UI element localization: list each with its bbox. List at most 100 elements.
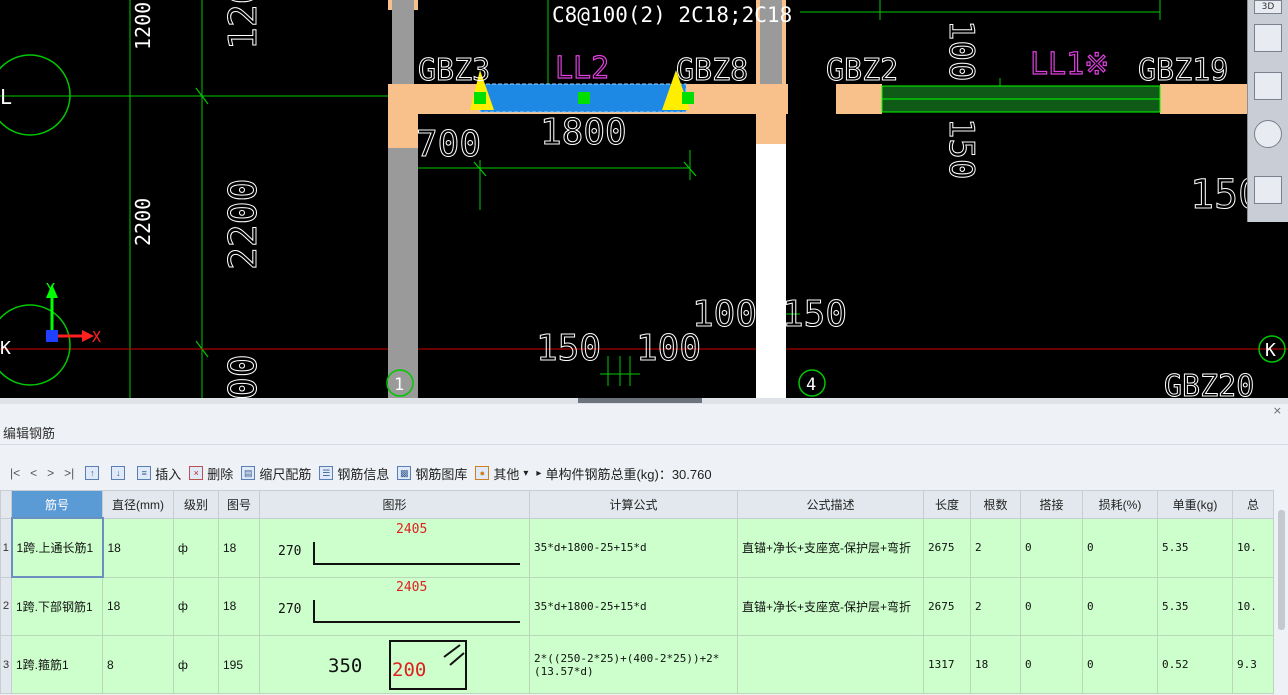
label-gbz2: GBZ2 — [826, 53, 898, 88]
cad-drawing[interactable]: 1200 1200 2200 2200 00 100 150 C8@100(2)… — [0, 0, 1288, 398]
cell-total[interactable]: 10. — [1232, 576, 1274, 636]
box-view-icon[interactable] — [1254, 72, 1282, 100]
header-diameter[interactable]: 直径(mm) — [102, 490, 174, 519]
rebar-table: 筋号 直径(mm) 级别 图号 图形 计算公式 公式描述 长度 根数 搭接 损耗… — [0, 490, 1274, 694]
cell-count[interactable]: 2 — [970, 576, 1021, 636]
cell-length[interactable]: 1317 — [923, 635, 971, 694]
cell-unit-weight[interactable]: 5.35 — [1157, 517, 1233, 578]
cell-loss[interactable]: 0 — [1082, 635, 1158, 694]
header-grade[interactable]: 级别 — [173, 490, 219, 519]
row-number[interactable]: 3 — [0, 635, 12, 694]
row-number[interactable]: 2 — [0, 576, 12, 636]
cell-unit-weight[interactable]: 5.35 — [1157, 576, 1233, 636]
dim-1200-large: 1200 — [221, 0, 265, 50]
axis-label-k-left: K — [0, 338, 11, 359]
cell-formula[interactable]: 35*d+1800-25+15*d — [529, 517, 738, 578]
header-unit-weight[interactable]: 单重(kg) — [1157, 490, 1233, 519]
table-row[interactable]: 2 1跨.下部钢筋1 18 ф 18 270 2405 35*d+1800-25… — [0, 576, 1274, 636]
label-gbz20: GBZ20 — [1164, 369, 1254, 398]
cad-viewport[interactable]: 1200 1200 2200 2200 00 100 150 C8@100(2)… — [0, 0, 1288, 398]
cell-lap[interactable]: 0 — [1020, 517, 1083, 578]
cell-total[interactable]: 10. — [1232, 517, 1274, 578]
rebar-library-label: 钢筋图库 — [415, 466, 468, 482]
header-total[interactable]: 总 — [1232, 490, 1274, 519]
beam-ll1[interactable] — [881, 85, 1161, 113]
header-formula-desc[interactable]: 公式描述 — [737, 490, 924, 519]
cell-formula-desc[interactable] — [737, 635, 924, 694]
cell-loss[interactable]: 0 — [1082, 576, 1158, 636]
cell-length[interactable]: 2675 — [923, 576, 971, 636]
insert-label: 插入 — [155, 466, 182, 482]
cell-formula-desc[interactable]: 直锚+净长+支座宽-保护层+弯折 — [737, 576, 924, 636]
splitter-grip[interactable] — [578, 398, 702, 403]
cell-grade[interactable]: ф — [173, 517, 219, 578]
stirrup-rectangle — [389, 639, 467, 690]
cell-bar-name[interactable]: 1跨.箍筋1 — [11, 635, 103, 694]
cell-shape[interactable]: 270 2405 — [259, 576, 530, 636]
header-figure-number[interactable]: 图号 — [218, 490, 260, 519]
dim-150-lower: 150 — [536, 328, 601, 369]
cell-diameter[interactable]: 18 — [102, 517, 174, 578]
label-ll2: LL2 — [555, 51, 609, 86]
cell-shape[interactable]: 350 200 — [259, 635, 530, 694]
layer-grid-icon[interactable] — [1254, 176, 1282, 204]
dim-100-vertical: 100 — [941, 20, 981, 81]
cell-grade[interactable]: ф — [173, 635, 219, 694]
nav-next-button[interactable]: > — [47, 466, 54, 480]
delete-button[interactable]: × 删除 — [189, 464, 233, 483]
cell-formula-desc[interactable]: 直锚+净长+支座宽-保护层+弯折 — [737, 517, 924, 578]
table-scrollbar[interactable] — [1275, 490, 1288, 695]
move-down-icon[interactable]: ↓ — [111, 466, 126, 480]
table-row[interactable]: 1 1跨.上通长筋1 18 ф 18 270 2405 35*d+1800-25… — [0, 517, 1274, 578]
rotate-icon[interactable] — [1254, 120, 1282, 148]
header-length[interactable]: 长度 — [923, 490, 971, 519]
cell-diameter[interactable]: 18 — [102, 576, 174, 636]
cell-loss[interactable]: 0 — [1082, 517, 1158, 578]
cell-unit-weight[interactable]: 0.52 — [1157, 635, 1233, 694]
cell-formula[interactable]: 35*d+1800-25+15*d — [529, 576, 738, 636]
view-3d-button[interactable]: 3D — [1254, 0, 1282, 14]
cell-grade[interactable]: ф — [173, 576, 219, 636]
total-weight-label: ▸ 单构件钢筋总重(kg)：30.760 — [536, 464, 711, 483]
table-row[interactable]: 3 1跨.箍筋1 8 ф 195 350 200 2*((250-2*25)+(… — [0, 635, 1274, 694]
scrollbar-thumb[interactable] — [1278, 510, 1285, 630]
nav-first-button[interactable]: |< — [10, 466, 20, 480]
nav-last-button[interactable]: >| — [64, 466, 74, 480]
other-dropdown[interactable]: ● 其他 ▾ — [475, 464, 528, 483]
cell-figure-number[interactable]: 195 — [218, 635, 260, 694]
header-shape[interactable]: 图形 — [259, 490, 530, 519]
move-up-icon[interactable]: ↑ — [85, 466, 100, 480]
dim-100-lower: 100 — [636, 328, 701, 369]
scale-rebar-button[interactable]: ▤ 缩尺配筋 — [241, 464, 311, 483]
walls — [388, 0, 1258, 398]
header-lap[interactable]: 搭接 — [1020, 490, 1083, 519]
cell-diameter[interactable]: 8 — [102, 635, 174, 694]
header-count[interactable]: 根数 — [970, 490, 1021, 519]
close-icon[interactable]: × — [1273, 404, 1282, 417]
cell-total[interactable]: 9.3 — [1232, 635, 1274, 694]
insert-button[interactable]: ≡ 插入 — [137, 464, 181, 483]
cell-bar-name[interactable]: 1跨.下部钢筋1 — [11, 576, 103, 636]
other-label: 其他 — [493, 466, 520, 482]
nav-prev-button[interactable]: < — [30, 466, 37, 480]
cell-count[interactable]: 2 — [970, 517, 1021, 578]
rebar-library-button[interactable]: ▩ 钢筋图库 — [397, 464, 467, 483]
row-number[interactable]: 1 — [0, 517, 12, 578]
header-formula[interactable]: 计算公式 — [529, 490, 738, 519]
cell-lap[interactable]: 0 — [1020, 635, 1083, 694]
cell-shape[interactable]: 270 2405 — [259, 517, 530, 578]
cell-length[interactable]: 2675 — [923, 517, 971, 578]
cube-view-icon[interactable] — [1254, 24, 1282, 52]
library-icon: ▩ — [397, 466, 412, 480]
label-gbz8: GBZ8 — [676, 53, 748, 88]
cell-lap[interactable]: 0 — [1020, 576, 1083, 636]
rebar-info-button[interactable]: ☰ 钢筋信息 — [319, 464, 389, 483]
cell-figure-number[interactable]: 18 — [218, 517, 260, 578]
cell-formula[interactable]: 2*((250-2*25)+(400-2*25))+2*(13.57*d) — [529, 635, 738, 694]
header-loss[interactable]: 损耗(%) — [1082, 490, 1158, 519]
header-bar-number[interactable]: 筋号 — [11, 490, 103, 519]
straight-hook-bar — [313, 541, 520, 565]
cell-figure-number[interactable]: 18 — [218, 576, 260, 636]
cell-bar-name[interactable]: 1跨.上通长筋1 — [10, 517, 104, 578]
cell-count[interactable]: 18 — [970, 635, 1021, 694]
